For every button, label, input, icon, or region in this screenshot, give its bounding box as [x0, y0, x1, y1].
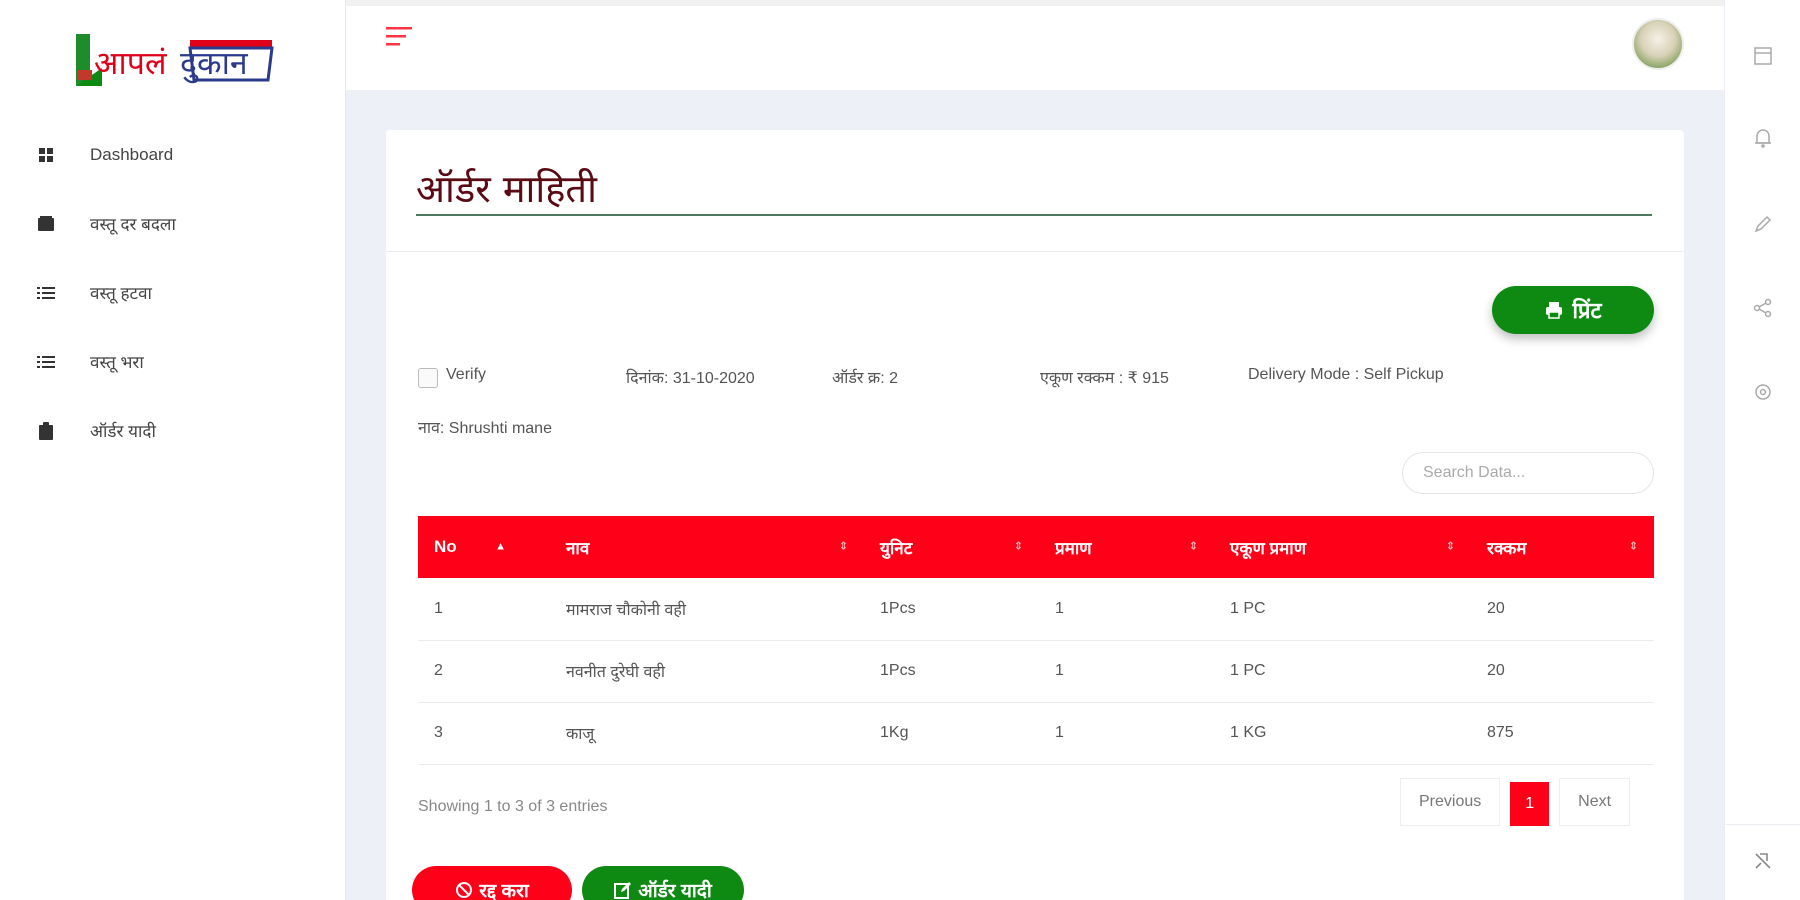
bell-icon[interactable]: [1749, 124, 1777, 152]
cell-name: काजू: [566, 726, 595, 743]
search-input[interactable]: [1402, 452, 1654, 494]
page-title: ऑर्डर माहिती: [416, 167, 597, 211]
cell-quantity: 1: [1055, 662, 1064, 679]
cell-total-quantity: 1 KG: [1230, 724, 1267, 741]
clipboard-icon: [36, 421, 56, 441]
sidebar-item-add-item[interactable]: वस्तू भरा: [0, 327, 346, 396]
right-toolbar: [1724, 0, 1800, 900]
sort-icon: ⇕: [1188, 540, 1198, 553]
cell-name: मामराज चौकोनी वही: [566, 601, 687, 619]
ban-icon: [456, 882, 473, 898]
order-total: एकूण रक्कम : ₹ 915: [1040, 370, 1169, 387]
pencil-icon[interactable]: [1749, 210, 1777, 238]
sidebar-item-label: वस्तू दर बदला: [90, 215, 176, 234]
cell-unit: 1Kg: [880, 724, 909, 741]
edit-icon: [614, 882, 632, 899]
cell-quantity: 1: [1055, 599, 1064, 617]
table-row: 1 मामराज चौकोनी वही 1Pcs 1 1 PC 20: [418, 578, 1654, 640]
next-page-button[interactable]: Next: [1559, 778, 1631, 826]
panel-icon[interactable]: [1749, 42, 1777, 70]
list-icon: [36, 283, 56, 303]
right-toolbar-footer: [1725, 824, 1800, 900]
logo-text-1: आपलं: [94, 44, 168, 82]
column-header-total-quantity[interactable]: एकूण प्रमाण ⇕: [1214, 516, 1471, 578]
printer-icon: [1546, 302, 1563, 319]
order-number: ऑर्डर क्र: 2: [832, 370, 898, 387]
page-1-button[interactable]: 1: [1510, 782, 1550, 826]
cell-no: 3: [434, 724, 443, 741]
pin-icon[interactable]: [1749, 847, 1777, 875]
cancel-order-button[interactable]: रद्द करा: [412, 866, 572, 900]
table-row: 3 काजू 1Kg 1 1 KG 875: [418, 702, 1654, 764]
cell-no: 1: [434, 599, 443, 617]
brand-logo[interactable]: आपलं दुकान: [72, 28, 278, 94]
sidebar-item-label: ऑर्डर यादी: [90, 422, 156, 441]
column-header-unit[interactable]: युनिट ⇕: [864, 516, 1039, 578]
print-button[interactable]: प्रिंट: [1492, 286, 1654, 334]
topbar: [346, 0, 1724, 90]
print-label: प्रिंट: [1572, 298, 1602, 323]
order-list-button[interactable]: ऑर्डर यादी: [582, 866, 744, 900]
sidebar-item-label: वस्तू हटवा: [90, 284, 152, 303]
sidebar-item-dashboard[interactable]: Dashboard: [0, 120, 346, 189]
order-items-table: No ▲ नाव ⇕ युनिट ⇕ प्रमाण ⇕ एकूण प्रमाण ⇕ रक्…: [418, 516, 1654, 765]
column-header-quantity[interactable]: प्रमाण ⇕: [1039, 516, 1214, 578]
sort-icon: ⇕: [838, 540, 848, 553]
settings-icon[interactable]: [1749, 378, 1777, 406]
order-list-label: ऑर्डर यादी: [638, 881, 712, 900]
price-tag-icon: [36, 214, 56, 234]
cell-name: नवनीत दुरेघी वही: [566, 664, 665, 681]
hamburger-menu-icon[interactable]: [386, 24, 414, 50]
sidebar: आपलं दुकान Dashboard वस्तू दर बदला वस्तू…: [0, 0, 346, 900]
delivery-mode: Delivery Mode : Self Pickup: [1248, 366, 1444, 383]
entries-info: Showing 1 to 3 of 3 entries: [418, 798, 608, 815]
logo-text-2: दुकान: [180, 44, 249, 84]
previous-page-button[interactable]: Previous: [1400, 778, 1501, 826]
pagination: Previous 1 Next: [1400, 778, 1631, 830]
table-row: 2 नवनीत दुरेघी वही 1Pcs 1 1 PC 20: [418, 640, 1654, 702]
cell-total-quantity: 1 PC: [1230, 599, 1266, 617]
cell-quantity: 1: [1055, 724, 1064, 741]
customer-name: नाव: Shrushti mane: [418, 420, 552, 437]
sidebar-item-change-price[interactable]: वस्तू दर बदला: [0, 189, 346, 258]
card-header: ऑर्डर माहिती: [386, 130, 1684, 252]
sidebar-item-label: वस्तू भरा: [90, 353, 144, 372]
cancel-order-label: रद्द करा: [479, 881, 529, 900]
sort-icon: ⇕: [1628, 540, 1638, 553]
dashboard-icon: [36, 145, 56, 165]
column-header-name[interactable]: नाव ⇕: [550, 516, 864, 578]
sort-asc-icon: ▲: [495, 540, 506, 553]
sort-icon: ⇕: [1013, 540, 1023, 553]
sort-icon: ⇕: [1445, 540, 1455, 553]
sidebar-item-remove-item[interactable]: वस्तू हटवा: [0, 258, 346, 327]
sidebar-item-label: Dashboard: [90, 144, 174, 164]
share-icon[interactable]: [1749, 294, 1777, 322]
user-avatar[interactable]: [1632, 18, 1684, 70]
list-icon: [36, 352, 56, 372]
cell-amount: 20: [1487, 662, 1505, 679]
cell-unit: 1Pcs: [880, 599, 916, 617]
sidebar-item-order-list[interactable]: ऑर्डर यादी: [0, 396, 346, 465]
cell-unit: 1Pcs: [880, 662, 916, 679]
column-header-no[interactable]: No ▲: [418, 516, 550, 578]
title-underline: [416, 214, 1652, 216]
order-date: दिनांक: 31-10-2020: [626, 370, 755, 387]
cell-total-quantity: 1 PC: [1230, 662, 1266, 679]
verify-checkbox[interactable]: [418, 368, 438, 388]
order-details-card: ऑर्डर माहिती प्रिंट Verify दिनांक: 31-10…: [386, 130, 1684, 900]
cell-amount: 875: [1487, 724, 1514, 741]
cell-amount: 20: [1487, 599, 1505, 617]
verify-label: Verify: [446, 366, 487, 383]
cell-no: 2: [434, 662, 443, 679]
table-header-row: No ▲ नाव ⇕ युनिट ⇕ प्रमाण ⇕ एकूण प्रमाण ⇕ रक्…: [418, 516, 1654, 578]
column-header-amount[interactable]: रक्कम ⇕: [1471, 516, 1654, 578]
sidebar-nav: Dashboard वस्तू दर बदला वस्तू हटवा वस्तू…: [0, 120, 346, 465]
